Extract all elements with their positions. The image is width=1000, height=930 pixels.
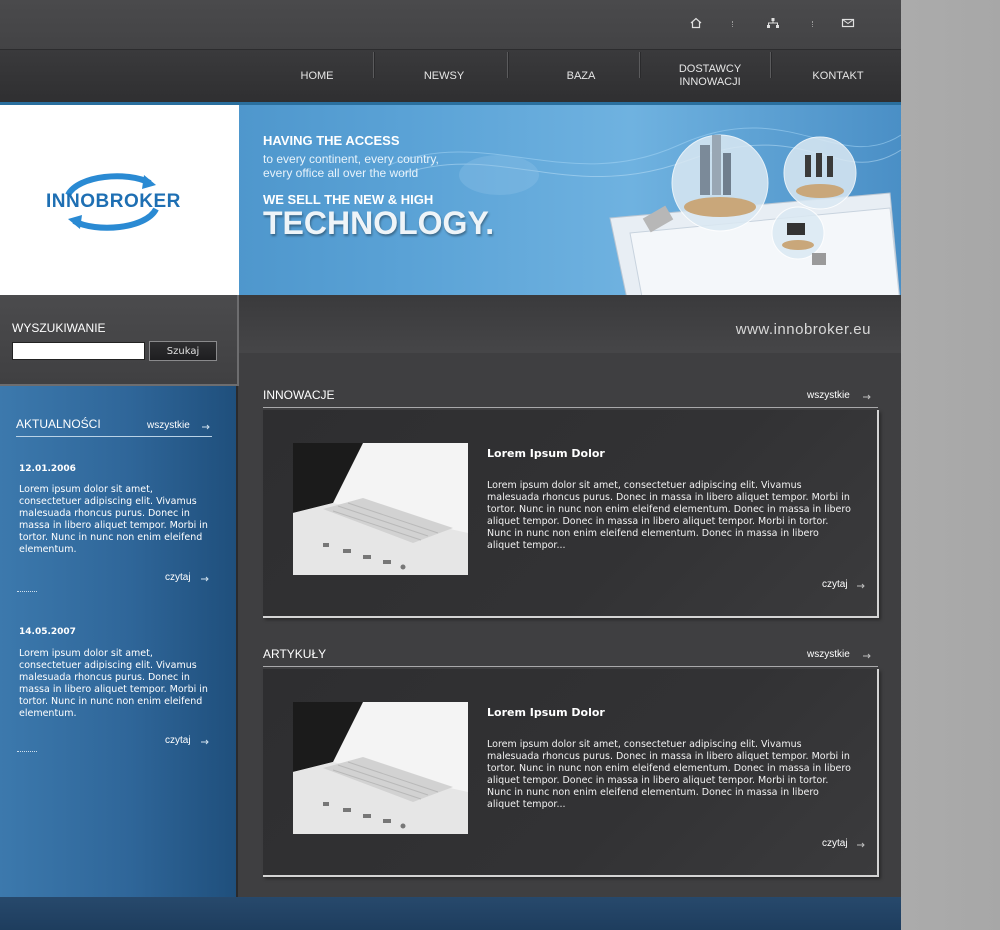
banner-technology-text: TECHNOLOGY. [263, 205, 495, 241]
news-date: 12.01.2006 [19, 464, 76, 474]
banner-subline: every office all over the world [263, 166, 419, 180]
nav-label: BAZA [566, 69, 596, 82]
laptop-image [293, 702, 468, 834]
laptop-thumbnail[interactable] [293, 443, 468, 575]
nav-label: HOME [300, 69, 334, 82]
nav-item-kontakt[interactable]: KONTAKT [793, 50, 883, 102]
news-read-more[interactable]: czytaj [165, 735, 191, 746]
section-title-artykuly: ARTYKUŁY [263, 647, 327, 661]
nav-separator [373, 52, 375, 78]
card-read-more[interactable]: czytaj [822, 838, 848, 849]
search-title: WYSZUKIWANIE [12, 321, 106, 335]
laptop-image [293, 443, 468, 575]
news-read-more[interactable]: czytaj [165, 572, 191, 583]
nav-separator [507, 52, 509, 78]
news-all-link[interactable]: wszystkie [147, 420, 190, 431]
top-separator [812, 21, 814, 27]
article-card: Lorem Ipsum Dolor Lorem ipsum dolor sit … [263, 410, 879, 618]
arrow-icon [863, 394, 871, 400]
section-all-link[interactable]: wszystkie [807, 649, 850, 660]
news-sidebar: AKTUALNOŚCI wszystkie 12.01.2006 Lorem i… [0, 386, 238, 898]
nav-item-home[interactable]: HOME [272, 50, 362, 102]
section-rule [263, 666, 878, 667]
news-divider [17, 591, 37, 593]
logo-text: INNOBROKER [46, 191, 181, 212]
main-nav: HOME NEWSY BAZA DOSTAWCY INNOWACJI KONTA… [0, 50, 901, 105]
hero-banner: INNOBROKER HAVING THE ACCESS to every co… [0, 105, 901, 295]
nav-item-newsy[interactable]: NEWSY [399, 50, 489, 102]
card-text: Lorem ipsum dolor sit amet, consectetuer… [487, 480, 851, 551]
banner-headline: HAVING THE ACCESS [263, 133, 400, 148]
nav-separator [639, 52, 641, 78]
arrow-icon [863, 653, 871, 659]
top-bar [0, 0, 901, 50]
site-url: www.innobroker.eu [735, 321, 871, 338]
footer [0, 897, 901, 930]
card-read-more[interactable]: czytaj [822, 579, 848, 590]
section-rule [263, 407, 878, 408]
nav-item-dostawcy-innowacji[interactable]: DOSTAWCY INNOWACJI [660, 50, 760, 102]
news-text: Lorem ipsum dolor sit amet, consectetuer… [19, 484, 208, 555]
arrow-icon [201, 739, 209, 745]
arrow-icon [857, 842, 865, 848]
card-text: Lorem ipsum dolor sit amet, consectetuer… [487, 739, 851, 810]
url-strip: www.innobroker.eu [239, 295, 901, 353]
laptop-thumbnail[interactable] [293, 702, 468, 834]
card-title[interactable]: Lorem Ipsum Dolor [487, 447, 605, 460]
sitemap-icon[interactable] [766, 16, 780, 30]
news-text: Lorem ipsum dolor sit amet, consectetuer… [19, 648, 208, 719]
nav-item-baza[interactable]: BAZA [536, 50, 626, 102]
logo-box[interactable]: INNOBROKER [0, 105, 239, 295]
arrow-icon [857, 583, 865, 589]
mail-icon[interactable] [841, 16, 855, 30]
banner-subline: to every continent, every country, [263, 152, 439, 166]
section-all-link[interactable]: wszystkie [807, 390, 850, 401]
search-panel: WYSZUKIWANIE Szukaj [0, 295, 239, 386]
card-title[interactable]: Lorem Ipsum Dolor [487, 706, 605, 719]
news-title: AKTUALNOŚCI [16, 417, 101, 431]
arrow-icon [202, 424, 210, 430]
search-button[interactable]: Szukaj [149, 341, 217, 361]
section-title-innowacje: INNOWACJE [263, 388, 335, 402]
top-separator [732, 21, 734, 27]
nav-label: DOSTAWCY INNOWACJI [678, 63, 742, 88]
search-input[interactable] [12, 342, 145, 360]
article-card: Lorem Ipsum Dolor Lorem ipsum dolor sit … [263, 669, 879, 877]
site: HOME NEWSY BAZA DOSTAWCY INNOWACJI KONTA… [0, 0, 901, 930]
news-rule [16, 436, 212, 437]
news-date: 14.05.2007 [19, 627, 76, 637]
home-icon[interactable] [689, 16, 703, 30]
arrow-icon [201, 576, 209, 582]
nav-label: NEWSY [423, 69, 465, 82]
lightbulb-illustration [609, 134, 900, 295]
nav-label: KONTAKT [812, 69, 864, 82]
nav-separator [770, 52, 772, 78]
news-divider [17, 751, 37, 753]
